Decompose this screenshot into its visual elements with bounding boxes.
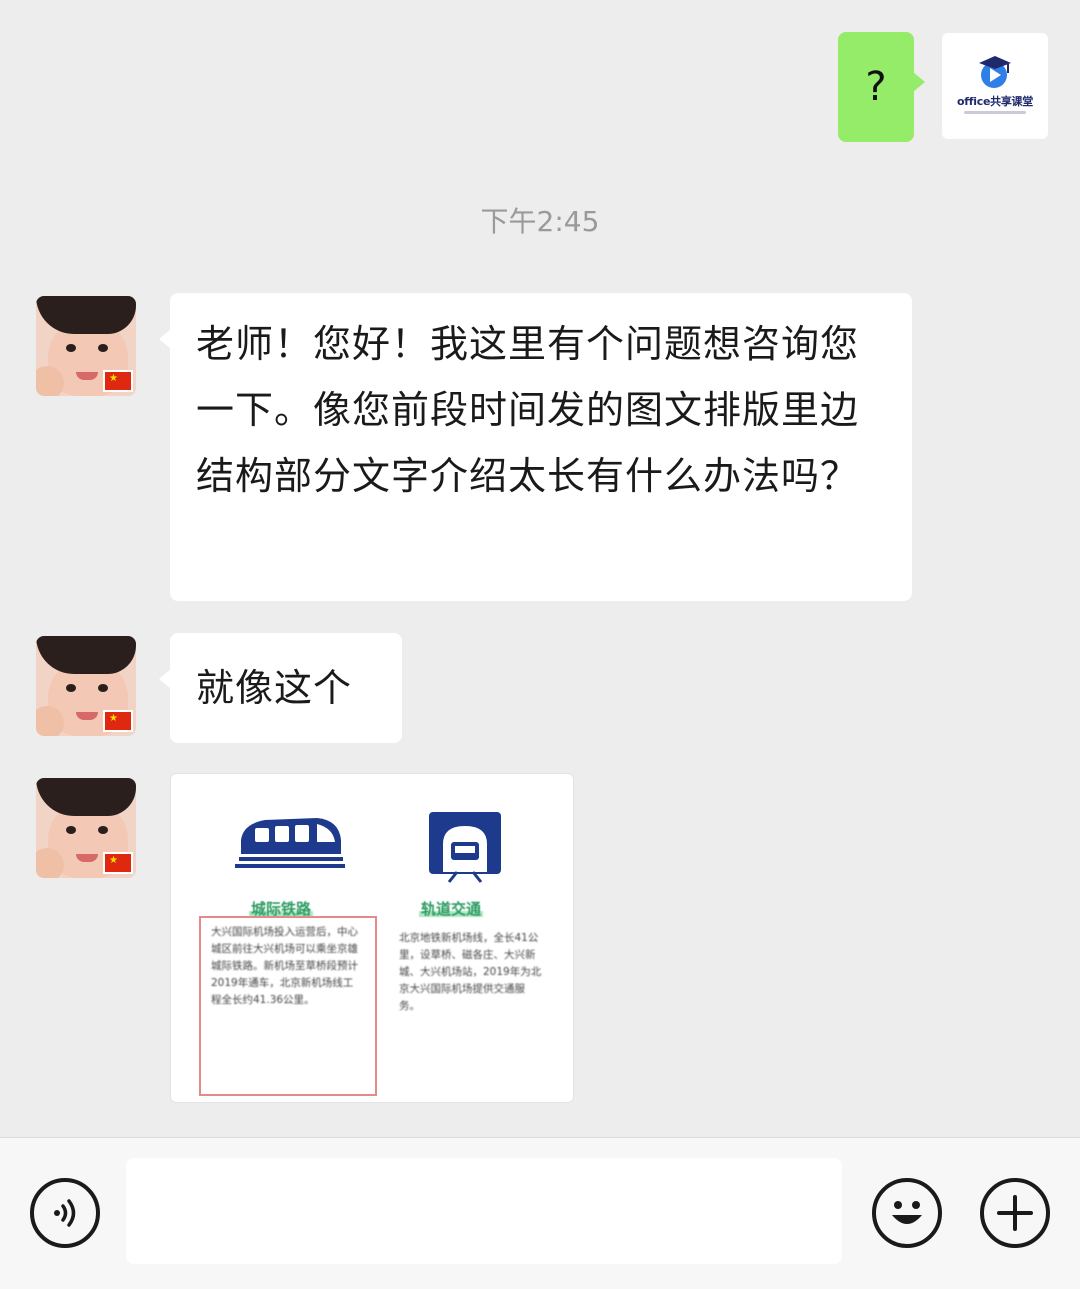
emoji-icon [892, 1201, 922, 1224]
self-avatar-tagline-bar [964, 111, 1026, 114]
incoming-message-bubble[interactable]: 老师！您好！我这里有个问题想咨询您一下。像您前段时间发的图文排版里边结构部分文字… [159, 293, 912, 601]
contact-avatar[interactable]: ★ [36, 636, 136, 736]
self-avatar-label: office共享课堂 [957, 95, 1033, 108]
voice-button[interactable] [30, 1178, 100, 1248]
plus-icon [997, 1195, 1033, 1231]
subway-tunnel-icon [429, 812, 501, 883]
outgoing-message-bubble[interactable]: ? [838, 32, 925, 142]
image-column-body: 北京地铁新机场线，全长41公里，设草桥、磁各庄、大兴新城、大兴机场站，2019年… [399, 932, 542, 1012]
china-flag-icon: ★ [103, 852, 133, 874]
office-course-logo-icon [979, 56, 1011, 88]
image-message[interactable]: 城际铁路 轨道交通 大兴国际机场投入运营后，中心城区前往大兴机场可以乘坐京雄城际… [170, 773, 574, 1103]
image-column-body: 大兴国际机场投入运营后，中心城区前往大兴机场可以乘坐京雄城际铁路。新机场至草桥段… [211, 926, 358, 1006]
contact-avatar[interactable]: ★ [36, 296, 136, 396]
china-flag-icon: ★ [103, 370, 133, 392]
contact-avatar[interactable]: ★ [36, 778, 136, 878]
voice-icon [54, 1199, 76, 1227]
incoming-message-text: 老师！您好！我这里有个问题想咨询您一下。像您前段时间发的图文排版里边结构部分文字… [196, 322, 860, 498]
self-avatar[interactable]: office共享课堂 [942, 33, 1048, 139]
train-icon [235, 818, 345, 868]
incoming-message-bubble[interactable]: 就像这个 [159, 633, 402, 743]
more-button[interactable] [980, 1178, 1050, 1248]
emoji-button[interactable] [872, 1178, 942, 1248]
outgoing-message-text: ? [865, 64, 887, 110]
china-flag-icon: ★ [103, 710, 133, 732]
incoming-message-text: 就像这个 [196, 666, 353, 710]
image-column-title: 轨道交通 [418, 900, 484, 918]
message-input[interactable] [126, 1158, 842, 1264]
message-timestamp: 下午2:45 [480, 205, 600, 238]
